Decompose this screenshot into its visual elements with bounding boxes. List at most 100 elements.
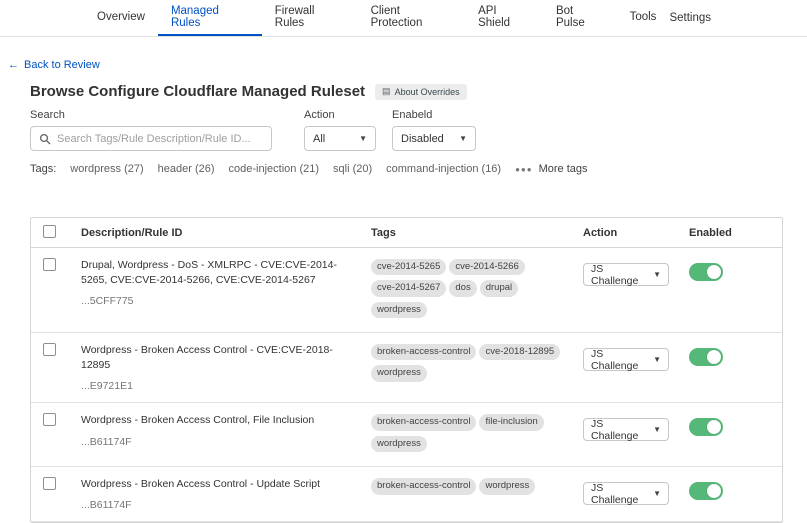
enabled-select-value: Disabled xyxy=(401,133,444,145)
about-overrides-badge[interactable]: ▤ About Overrides xyxy=(375,84,467,100)
tab-firewall-rules[interactable]: Firewall Rules xyxy=(262,0,358,36)
chevron-down-icon: ▼ xyxy=(359,134,367,143)
rule-action-select[interactable]: JS Challenge ▼ xyxy=(583,263,669,286)
chevron-down-icon: ▼ xyxy=(653,489,661,498)
tag-pill: wordpress xyxy=(479,478,535,494)
rule-id: ...5CFF775 xyxy=(81,295,357,307)
header-action: Action xyxy=(583,227,689,239)
top-nav: OverviewManaged RulesFirewall RulesClien… xyxy=(0,0,807,37)
header-checkbox-cell xyxy=(31,225,81,241)
rule-tags: cve-2014-5265cve-2014-5266cve-2014-5267d… xyxy=(371,258,583,322)
tags-list: wordpress (27) header (26) code-injection … xyxy=(70,163,501,175)
rule-action-select[interactable]: JS Challenge ▼ xyxy=(583,418,669,441)
row-enabled-cell xyxy=(689,343,782,366)
header-tags: Tags xyxy=(371,227,583,239)
document-icon: ▤ xyxy=(382,87,391,96)
tag-pill: wordpress xyxy=(371,436,427,452)
row-description-cell: Drupal, Wordpress - DoS - XMLRPC - CVE:C… xyxy=(81,258,371,307)
tab-client-protection[interactable]: Client Protection xyxy=(358,0,466,36)
action-label: Action xyxy=(304,109,376,121)
rule-id: ...B61174F xyxy=(81,499,357,511)
rule-action-value: JS Challenge xyxy=(591,482,647,506)
rule-action-select[interactable]: JS Challenge ▼ xyxy=(583,348,669,371)
action-select[interactable]: All ▼ xyxy=(304,126,376,151)
tag-pill: drupal xyxy=(480,280,518,296)
tab-bot-pulse[interactable]: Bot Pulse xyxy=(543,0,617,36)
table-body: Drupal, Wordpress - DoS - XMLRPC - CVE:C… xyxy=(31,248,782,522)
tags-bar: Tags: wordpress (27)header (26)code-inje… xyxy=(30,163,783,175)
enabled-toggle[interactable] xyxy=(689,348,723,366)
tag-pill: wordpress xyxy=(371,302,427,318)
row-checkbox[interactable] xyxy=(43,258,56,271)
rule-tags: broken-access-controlcve-2018-12895 wordp… xyxy=(371,343,583,386)
tag-pill: cve-2018-12895 xyxy=(479,344,560,360)
tag-filter[interactable]: sqli (20) xyxy=(333,163,372,175)
header-enabled: Enabled xyxy=(689,227,782,239)
row-checkbox[interactable] xyxy=(43,413,56,426)
rule-action-value: JS Challenge xyxy=(591,348,647,372)
table-row: Wordpress - Broken Access Control - Upda… xyxy=(31,467,782,522)
row-description-cell: Wordpress - Broken Access Control - Upda… xyxy=(81,477,371,511)
tag-filter[interactable]: command-injection (16) xyxy=(386,163,501,175)
enabled-label: Enabeld xyxy=(392,109,476,121)
chevron-down-icon: ▼ xyxy=(653,355,661,364)
search-box xyxy=(30,126,272,151)
ellipsis-icon: ●●● xyxy=(515,165,533,174)
action-filter: Action All ▼ xyxy=(304,109,376,151)
toggle-knob xyxy=(707,350,721,364)
rule-description: Wordpress - Broken Access Control - CVE:… xyxy=(81,343,357,373)
row-checkbox[interactable] xyxy=(43,343,56,356)
tab-overview[interactable]: Overview xyxy=(84,0,158,36)
search-filter: Search xyxy=(30,109,272,151)
row-enabled-cell xyxy=(689,258,782,281)
row-description-cell: Wordpress - Broken Access Control - CVE:… xyxy=(81,343,371,392)
rule-action-select[interactable]: JS Challenge ▼ xyxy=(583,482,669,505)
tab-tools[interactable]: Tools xyxy=(617,0,670,36)
rule-id: ...E9721E1 xyxy=(81,380,357,392)
tab-managed-rules[interactable]: Managed Rules xyxy=(158,0,262,36)
enabled-toggle[interactable] xyxy=(689,418,723,436)
back-link-label: Back to Review xyxy=(24,59,100,71)
row-action-cell: JS Challenge ▼ xyxy=(583,477,689,505)
row-action-cell: JS Challenge ▼ xyxy=(583,343,689,371)
tag-pill: dos xyxy=(449,280,476,296)
tag-filter[interactable]: wordpress (27) xyxy=(70,163,143,175)
tag-filter[interactable]: header (26) xyxy=(158,163,215,175)
tab-api-shield[interactable]: API Shield xyxy=(465,0,543,36)
action-select-value: All xyxy=(313,133,325,145)
back-link[interactable]: ← Back to Review xyxy=(8,59,100,71)
row-checkbox[interactable] xyxy=(43,477,56,490)
rule-tags: broken-access-controlwordpress xyxy=(371,477,583,498)
select-all-checkbox[interactable] xyxy=(43,225,56,238)
toggle-knob xyxy=(707,484,721,498)
rule-description: Drupal, Wordpress - DoS - XMLRPC - CVE:C… xyxy=(81,258,357,288)
enabled-toggle[interactable] xyxy=(689,482,723,500)
back-row: ← Back to Review xyxy=(0,37,807,71)
tag-pill: wordpress xyxy=(371,365,427,381)
tag-pill: broken-access-control xyxy=(371,478,476,494)
tag-pill: broken-access-control xyxy=(371,344,476,360)
enabled-select[interactable]: Disabled ▼ xyxy=(392,126,476,151)
tag-pill: cve-2014-5265 xyxy=(371,259,446,275)
tag-pill: cve-2014-5266 xyxy=(449,259,524,275)
row-checkbox-cell xyxy=(31,477,81,493)
table-row: Drupal, Wordpress - DoS - XMLRPC - CVE:C… xyxy=(31,248,782,333)
row-checkbox-cell xyxy=(31,343,81,359)
row-enabled-cell xyxy=(689,413,782,436)
chevron-down-icon: ▼ xyxy=(653,425,661,434)
more-tags-button[interactable]: ●●● More tags xyxy=(515,163,587,175)
rule-description: Wordpress - Broken Access Control - Upda… xyxy=(81,477,357,492)
row-action-cell: JS Challenge ▼ xyxy=(583,258,689,286)
tab-settings[interactable]: Settings xyxy=(669,0,711,36)
row-description-cell: Wordpress - Broken Access Control, File … xyxy=(81,413,371,447)
row-checkbox-cell xyxy=(31,413,81,429)
search-input[interactable] xyxy=(57,133,263,145)
tag-filter[interactable]: code-injection (21) xyxy=(229,163,320,175)
search-icon xyxy=(39,133,51,145)
rule-action-value: JS Challenge xyxy=(591,418,647,442)
back-arrow-icon: ← xyxy=(8,59,19,71)
rule-id: ...B61174F xyxy=(81,436,357,448)
enabled-toggle[interactable] xyxy=(689,263,723,281)
nav-tabs: OverviewManaged RulesFirewall RulesClien… xyxy=(84,0,669,36)
rule-tags: broken-access-controlfile-inclusionwordp… xyxy=(371,413,583,456)
